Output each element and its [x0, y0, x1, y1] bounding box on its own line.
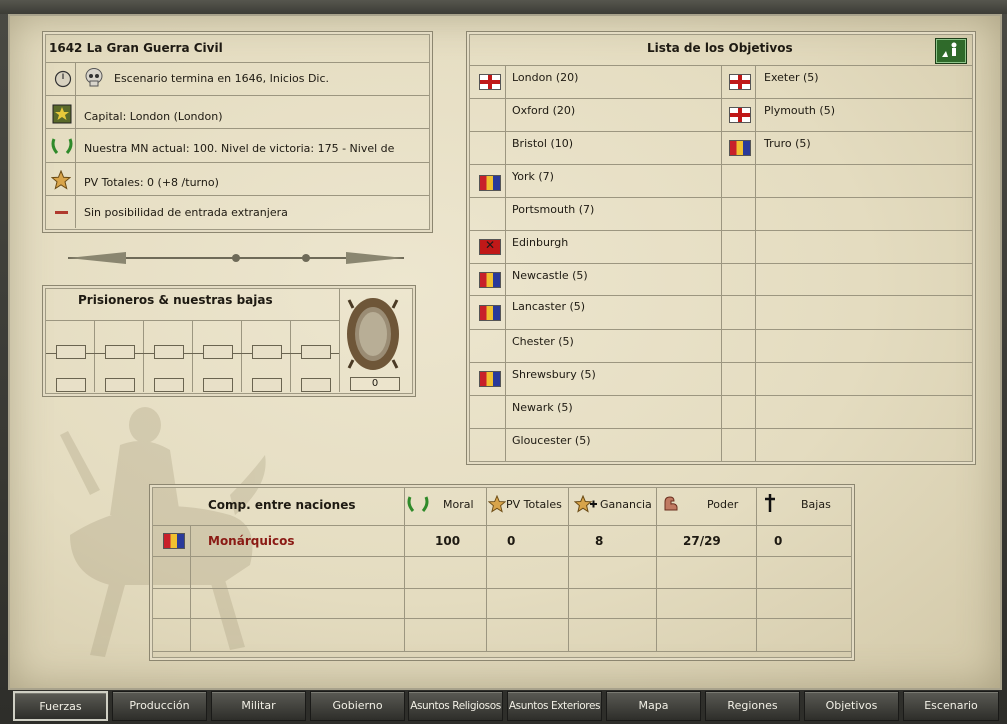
- objective-item[interactable]: York (7): [512, 170, 554, 183]
- foreign-entry-text: Sin posibilidad de entrada extranjera: [84, 206, 288, 219]
- scenario-title: 1642 La Gran Guerra Civil: [49, 41, 223, 55]
- tab-gobierno[interactable]: Gobierno: [310, 691, 405, 721]
- objectives-box: Lista de los Objetivos London (20) Oxfor…: [466, 31, 976, 465]
- objective-item[interactable]: London (20): [512, 71, 578, 84]
- comparison-title: Comp. entre naciones: [208, 498, 356, 512]
- royalist-flag-icon: [479, 371, 501, 387]
- royalist-flag-icon: [163, 533, 185, 549]
- no-entry-dash-icon: [55, 211, 68, 214]
- royalist-flag-icon: [479, 272, 501, 288]
- nation-power-value: 27/29: [683, 534, 721, 548]
- morale-laurel-icon: [51, 138, 73, 154]
- royalist-flag-icon: [479, 175, 501, 191]
- tab-fuerzas[interactable]: Fuerzas: [13, 691, 108, 721]
- scenario-end-text: Escenario termina en 1646, Inicios Dic.: [114, 72, 330, 85]
- objective-item[interactable]: Edinburgh: [512, 236, 568, 249]
- capital-text: Capital: London (London): [84, 110, 223, 123]
- objective-item[interactable]: Plymouth (5): [764, 104, 835, 117]
- objective-item[interactable]: Chester (5): [512, 335, 574, 348]
- clock-icon: [54, 70, 72, 88]
- objective-item[interactable]: Shrewsbury (5): [512, 368, 596, 381]
- morale-laurel-icon: [407, 496, 429, 512]
- vp-text: PV Totales: 0 (+8 /turno): [84, 176, 219, 189]
- column-header-vp: PV Totales: [506, 498, 562, 511]
- tab-regiones[interactable]: Regiones: [705, 691, 800, 721]
- prisoners-box: Prisioneros & nuestras bajas 0: [42, 285, 416, 397]
- prisoner-count: 0: [350, 377, 400, 391]
- victory-points-star-icon: [51, 170, 71, 190]
- objective-item[interactable]: Lancaster (5): [512, 300, 585, 313]
- objective-item[interactable]: Gloucester (5): [512, 434, 591, 447]
- tab-mapa[interactable]: Mapa: [606, 691, 701, 721]
- scotland-flag-icon: [479, 238, 501, 255]
- objective-item[interactable]: Newcastle (5): [512, 269, 588, 282]
- nation-comparison-box: Comp. entre naciones Moral PV Totales Ga…: [149, 484, 855, 661]
- tab-escenario[interactable]: Escenario: [903, 691, 999, 721]
- capital-star-icon: [52, 104, 72, 124]
- tab-asuntos-religiosos[interactable]: Asuntos Religiosos: [408, 691, 503, 721]
- ornament-divider: [68, 252, 404, 264]
- objective-item[interactable]: Bristol (10): [512, 137, 573, 150]
- column-header-losses: Bajas: [801, 498, 831, 511]
- tab-produccion[interactable]: Producción: [112, 691, 207, 721]
- nation-vp-value: 0: [507, 534, 516, 548]
- tab-asuntos-exteriores[interactable]: Asuntos Exteriores: [507, 691, 602, 721]
- top-bar: [0, 0, 1007, 14]
- objective-item[interactable]: Truro (5): [764, 137, 811, 150]
- prisoner-cartouche-icon: [347, 298, 399, 370]
- skull-icon: [85, 68, 103, 87]
- england-flag-icon: [729, 107, 751, 123]
- nation-moral-value: 100: [435, 534, 461, 548]
- objective-item[interactable]: Portsmouth (7): [512, 203, 594, 216]
- objective-item[interactable]: Exeter (5): [764, 71, 819, 84]
- gain-star-plus-icon: [574, 495, 597, 513]
- tab-militar[interactable]: Militar: [211, 691, 306, 721]
- royalist-flag-icon: [729, 140, 751, 156]
- royalist-flag-icon: [479, 305, 501, 321]
- column-header-power: Poder: [707, 498, 739, 511]
- objective-item[interactable]: Newark (5): [512, 401, 573, 414]
- column-header-moral: Moral: [443, 498, 474, 511]
- power-arm-icon: [664, 496, 678, 511]
- column-header-gain: Ganancia: [600, 498, 652, 511]
- losses-cross-icon: [765, 494, 775, 512]
- objective-item[interactable]: Oxford (20): [512, 104, 575, 117]
- morale-text: Nuestra MN actual: 100. Nivel de victori…: [84, 142, 395, 155]
- nation-name[interactable]: Monárquicos: [208, 534, 295, 548]
- england-flag-icon: [479, 74, 501, 90]
- scenario-info-box: 1642 La Gran Guerra Civil Escenario term…: [42, 31, 433, 233]
- nation-losses-value: 0: [774, 534, 783, 548]
- england-flag-icon: [729, 74, 751, 90]
- tab-objetivos[interactable]: Objetivos: [804, 691, 899, 721]
- nation-gain-value: 8: [595, 534, 604, 548]
- victory-points-star-icon: [488, 495, 506, 513]
